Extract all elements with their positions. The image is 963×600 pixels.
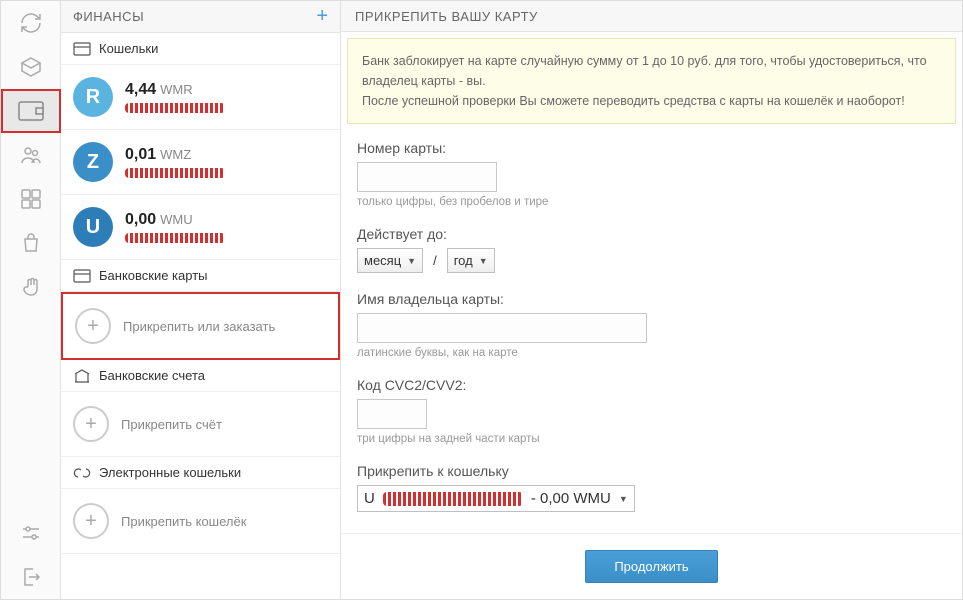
box-icon[interactable] <box>1 45 61 89</box>
expiry-label: Действует до: <box>357 226 946 242</box>
settings-icon[interactable] <box>1 511 61 555</box>
ewallets-section-header[interactable]: Электронные кошельки <box>61 457 340 489</box>
attach-card-label: Прикрепить или заказать <box>123 319 275 334</box>
info-line1: Банк заблокирует на карте случайную сумм… <box>362 51 941 91</box>
wallet-prefix: U <box>364 490 375 507</box>
wallet-balance: 0,00 <box>125 211 156 228</box>
apps-icon[interactable] <box>1 177 61 221</box>
wallet-icon[interactable] <box>1 89 61 133</box>
main-title: ПРИКРЕПИТЬ ВАШУ КАРТУ <box>341 1 962 32</box>
wallet-badge-r: R <box>73 77 113 117</box>
icon-sidebar <box>1 1 61 599</box>
expiry-year-value: год <box>454 253 473 268</box>
card-number-input[interactable] <box>357 162 497 192</box>
wallet-suffix: - 0,00 WMU <box>531 490 611 507</box>
submit-button[interactable]: Продолжить <box>585 550 717 583</box>
accounts-section-header[interactable]: Банковские счета <box>61 360 340 392</box>
plus-icon: + <box>73 406 109 442</box>
wallet-select[interactable]: U - 0,00 WMU ▼ <box>357 485 635 512</box>
name-hint: латинские буквы, как на карте <box>357 347 946 359</box>
cvc-hint: три цифры на задней части карты <box>357 433 946 445</box>
plus-icon: + <box>75 308 111 344</box>
wallet-currency: WMR <box>160 82 193 97</box>
accounts-label: Банковские счета <box>99 368 205 383</box>
wallet-number-redacted <box>125 103 225 113</box>
card-number-label: Номер карты: <box>357 140 946 156</box>
logout-icon[interactable] <box>1 555 61 599</box>
wallet-badge-z: Z <box>73 142 113 182</box>
cvc-input[interactable] <box>357 399 427 429</box>
wallet-item-u[interactable]: U 0,00 WMU <box>61 195 340 260</box>
cards-label: Банковские карты <box>99 268 208 283</box>
add-button[interactable]: + <box>316 5 328 28</box>
finance-title: ФИНАНСЫ <box>73 9 144 24</box>
wallet-number-redacted <box>125 168 225 178</box>
attach-card-action[interactable]: + Прикрепить или заказать <box>61 292 340 360</box>
attach-ewallet-action[interactable]: + Прикрепить кошелёк <box>61 489 340 554</box>
expiry-month-select[interactable]: месяц ▼ <box>357 248 423 273</box>
ewallets-label: Электронные кошельки <box>99 465 241 480</box>
cardholder-name-input[interactable] <box>357 313 647 343</box>
info-box: Банк заблокирует на карте случайную сумм… <box>347 38 956 124</box>
main-content: ПРИКРЕПИТЬ ВАШУ КАРТУ Банк заблокирует н… <box>341 1 962 599</box>
wallet-item-r[interactable]: R 4,44 WMR <box>61 65 340 130</box>
wallet-item-z[interactable]: Z 0,01 WMZ <box>61 130 340 195</box>
attach-account-label: Прикрепить счёт <box>121 417 222 432</box>
wallet-balance: 4,44 <box>125 81 156 98</box>
wallet-number-redacted <box>125 233 225 243</box>
info-line2: После успешной проверки Вы сможете перев… <box>362 91 941 111</box>
finance-panel: ФИНАНСЫ + Кошельки R 4,44 WMR Z 0,01 WMZ U <box>61 1 341 599</box>
wallets-label: Кошельки <box>99 41 158 56</box>
cvc-label: Код CVC2/CVV2: <box>357 377 946 393</box>
cards-section-header[interactable]: Банковские карты <box>61 260 340 292</box>
chevron-down-icon: ▼ <box>479 256 488 266</box>
wallet-currency: WMZ <box>160 147 191 162</box>
attach-account-action[interactable]: + Прикрепить счёт <box>61 392 340 457</box>
expiry-separator: / <box>433 253 437 268</box>
plus-icon: + <box>73 503 109 539</box>
attach-ewallet-label: Прикрепить кошелёк <box>121 514 246 529</box>
hand-icon[interactable] <box>1 265 61 309</box>
wallet-badge-u: U <box>73 207 113 247</box>
wallets-section-header[interactable]: Кошельки <box>61 33 340 65</box>
wallet-currency: WMU <box>160 212 193 227</box>
chevron-down-icon: ▼ <box>619 494 628 504</box>
expiry-year-select[interactable]: год ▼ <box>447 248 495 273</box>
shopping-icon[interactable] <box>1 221 61 265</box>
expiry-month-value: месяц <box>364 253 401 268</box>
chevron-down-icon: ▼ <box>407 256 416 266</box>
wallet-balance: 0,01 <box>125 146 156 163</box>
name-label: Имя владельца карты: <box>357 291 946 307</box>
wallet-select-redacted <box>383 492 523 506</box>
wallet-select-label: Прикрепить к кошельку <box>357 463 946 479</box>
card-number-hint: только цифры, без пробелов и тире <box>357 196 946 208</box>
contacts-icon[interactable] <box>1 133 61 177</box>
refresh-icon[interactable] <box>1 1 61 45</box>
